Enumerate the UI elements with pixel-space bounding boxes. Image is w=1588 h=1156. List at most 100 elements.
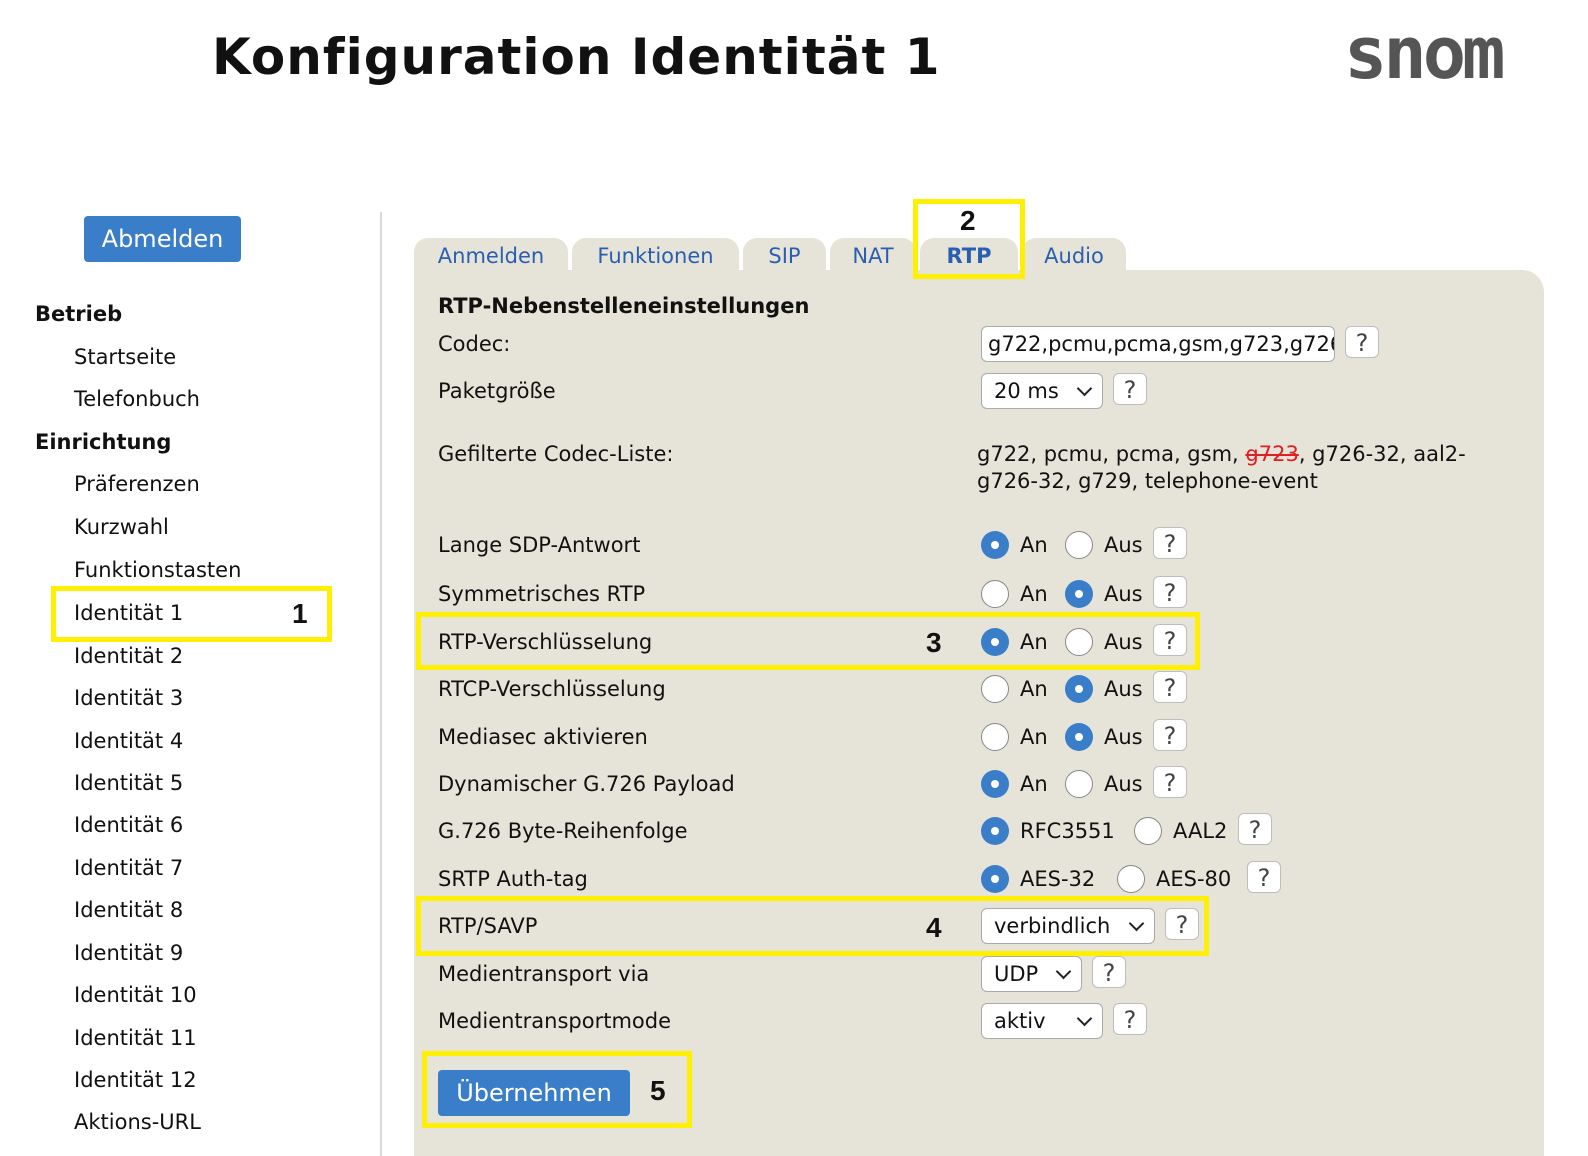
callout-3: 3 (926, 627, 942, 658)
codec-help-button[interactable]: ? (1345, 326, 1379, 358)
mediasec-off-radio[interactable] (1065, 723, 1093, 751)
symmetric-rtp-on-label: An (1020, 582, 1048, 606)
codec-label: Codec: (438, 332, 511, 356)
media-transport-select[interactable]: UDP (981, 956, 1082, 992)
dynamic-g726-off-label: Aus (1104, 772, 1143, 796)
dynamic-g726-off-radio[interactable] (1065, 770, 1093, 798)
sidebar-item-identitaet-2[interactable]: Identität 2 (74, 644, 183, 668)
srtp-auth-aes32-label: AES-32 (1020, 867, 1096, 891)
g726-byte-order-aal2-radio[interactable] (1134, 817, 1162, 845)
dynamic-g726-on-label: An (1020, 772, 1048, 796)
tab-sip[interactable]: SIP (743, 238, 826, 272)
rtp-encryption-on-radio[interactable] (981, 628, 1009, 656)
rtp-savp-help-button[interactable]: ? (1165, 908, 1199, 940)
snom-logo: snom (1340, 11, 1550, 95)
filtered-codecs-line1: g722, pcmu, pcma, gsm, g723, g726-32, aa… (977, 442, 1466, 466)
sidebar-item-kurzwahl[interactable]: Kurzwahl (74, 515, 169, 539)
sidebar-item-identitaet-10[interactable]: Identität 10 (74, 983, 197, 1007)
mediasec-help-button[interactable]: ? (1153, 719, 1187, 751)
sidebar-item-praeferenzen[interactable]: Präferenzen (74, 472, 200, 496)
sidebar-section-betrieb: Betrieb (35, 302, 123, 326)
long-sdp-on-label: An (1020, 533, 1048, 557)
rtcp-encryption-on-radio[interactable] (981, 675, 1009, 703)
chevron-down-icon (1076, 380, 1093, 397)
srtp-auth-aes32-radio[interactable] (981, 865, 1009, 893)
rtp-encryption-off-radio[interactable] (1065, 628, 1093, 656)
packet-size-select[interactable]: 20 ms (981, 373, 1103, 409)
long-sdp-off-radio[interactable] (1065, 531, 1093, 559)
highlight-box-1 (51, 586, 332, 642)
long-sdp-on-radio[interactable] (981, 531, 1009, 559)
packet-size-label: Paketgröße (438, 379, 556, 403)
media-transport-mode-select[interactable]: aktiv (981, 1003, 1103, 1039)
callout-4: 4 (926, 912, 942, 943)
mediasec-off-label: Aus (1104, 725, 1143, 749)
sidebar-item-identitaet-6[interactable]: Identität 6 (74, 813, 183, 837)
symmetric-rtp-label: Symmetrisches RTP (438, 582, 646, 606)
g726-byte-order-rfc3551-label: RFC3551 (1020, 819, 1115, 843)
section-title: RTP-Nebenstelleneinstellungen (438, 294, 810, 318)
tab-funktionen[interactable]: Funktionen (572, 238, 739, 272)
media-transport-mode-label: Medientransportmode (438, 1009, 672, 1033)
rtp-encryption-help-button[interactable]: ? (1153, 624, 1187, 656)
long-sdp-off-label: Aus (1104, 533, 1143, 557)
mediasec-label: Mediasec aktivieren (438, 725, 648, 749)
apply-button[interactable]: Übernehmen (438, 1070, 630, 1116)
mediasec-on-radio[interactable] (981, 723, 1009, 751)
g726-byte-order-help-button[interactable]: ? (1238, 813, 1272, 845)
rtp-encryption-off-label: Aus (1104, 630, 1143, 654)
sidebar-item-identitaet-3[interactable]: Identität 3 (74, 686, 183, 710)
sidebar-item-aktions-url[interactable]: Aktions-URL (74, 1110, 201, 1134)
long-sdp-help-button[interactable]: ? (1153, 527, 1187, 559)
dynamic-g726-label: Dynamischer G.726 Payload (438, 772, 735, 796)
symmetric-rtp-help-button[interactable]: ? (1153, 576, 1187, 608)
rtp-savp-select[interactable]: verbindlich (981, 908, 1155, 944)
media-transport-value: UDP (994, 962, 1039, 986)
srtp-auth-aes80-radio[interactable] (1117, 865, 1145, 893)
sidebar-item-identitaet-5[interactable]: Identität 5 (74, 771, 183, 795)
media-transport-help-button[interactable]: ? (1092, 956, 1126, 988)
srtp-auth-aes80-label: AES-80 (1156, 867, 1232, 891)
page-title: Konfiguration Identität 1 (212, 28, 941, 86)
media-transport-mode-value: aktiv (994, 1009, 1046, 1033)
rtcp-encryption-off-radio[interactable] (1065, 675, 1093, 703)
codec-input[interactable]: g722,pcmu,pcma,gsm,g723,g726-32,aal2-g72… (981, 326, 1335, 362)
media-transport-label: Medientransport via (438, 962, 650, 986)
g726-byte-order-aal2-label: AAL2 (1173, 819, 1228, 843)
g726-byte-order-label: G.726 Byte-Reihenfolge (438, 819, 688, 843)
sidebar-item-startseite[interactable]: Startseite (74, 345, 176, 369)
rtcp-encryption-off-label: Aus (1104, 677, 1143, 701)
tab-nat[interactable]: NAT (830, 238, 916, 272)
sidebar-item-funktionstasten[interactable]: Funktionstasten (74, 558, 241, 582)
filtered-codecs-line2: g726-32, g729, telephone-event (977, 469, 1318, 493)
symmetric-rtp-off-label: Aus (1104, 582, 1143, 606)
tab-anmelden[interactable]: Anmelden (414, 238, 568, 272)
symmetric-rtp-on-radio[interactable] (981, 580, 1009, 608)
sidebar-item-telefonbuch[interactable]: Telefonbuch (74, 387, 200, 411)
rtcp-encryption-help-button[interactable]: ? (1153, 671, 1187, 703)
packet-size-help-button[interactable]: ? (1113, 373, 1147, 405)
sidebar-item-identitaet-4[interactable]: Identität 4 (74, 729, 183, 753)
g726-byte-order-rfc3551-radio[interactable] (981, 817, 1009, 845)
symmetric-rtp-off-radio[interactable] (1065, 580, 1093, 608)
mediasec-on-label: An (1020, 725, 1048, 749)
logout-button[interactable]: Abmelden (84, 216, 241, 262)
filtered-codecs-after: , g726-32, aal2- (1298, 442, 1466, 466)
media-transport-mode-help-button[interactable]: ? (1113, 1003, 1147, 1035)
tab-audio[interactable]: Audio (1022, 238, 1126, 272)
dynamic-g726-help-button[interactable]: ? (1153, 766, 1187, 798)
rtp-savp-value: verbindlich (994, 914, 1111, 938)
sidebar-section-einrichtung: Einrichtung (35, 430, 172, 454)
chevron-down-icon (1076, 1010, 1093, 1027)
sidebar-item-identitaet-7[interactable]: Identität 7 (74, 856, 183, 880)
dynamic-g726-on-radio[interactable] (981, 770, 1009, 798)
sidebar-item-identitaet-8[interactable]: Identität 8 (74, 898, 183, 922)
chevron-down-icon (1055, 963, 1072, 980)
filtered-codecs-before: g722, pcmu, pcma, gsm, (977, 442, 1246, 466)
sidebar-item-identitaet-12[interactable]: Identität 12 (74, 1068, 197, 1092)
srtp-auth-help-button[interactable]: ? (1247, 861, 1281, 893)
srtp-auth-tag-label: SRTP Auth-tag (438, 867, 588, 891)
rtp-encryption-label: RTP-Verschlüsselung (438, 630, 653, 654)
sidebar-item-identitaet-11[interactable]: Identität 11 (74, 1026, 197, 1050)
sidebar-item-identitaet-9[interactable]: Identität 9 (74, 941, 183, 965)
